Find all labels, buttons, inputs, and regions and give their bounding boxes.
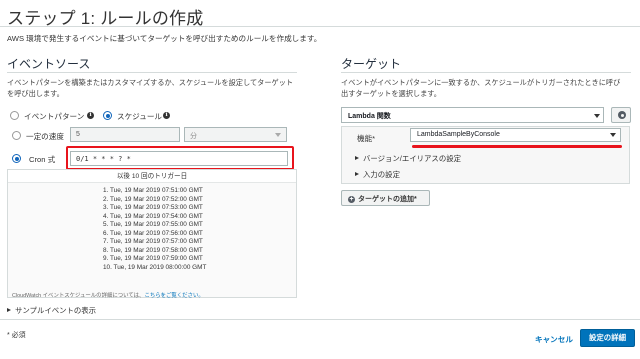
schedule-radio[interactable] xyxy=(103,111,112,120)
chevron-down-icon xyxy=(275,133,281,137)
input-settings-toggle[interactable]: 入力の設定 xyxy=(355,169,400,180)
caret-right-icon xyxy=(355,172,359,177)
next-triggers-panel: 以後 10 回のトリガー日 1. Tue, 19 Mar 2019 07:51:… xyxy=(7,169,297,299)
targets-divider xyxy=(341,72,631,73)
event-pattern-label[interactable]: イベントパターン xyxy=(24,111,84,122)
trigger-item: 7. Tue, 19 Mar 2019 07:57:00 GMT xyxy=(103,238,203,245)
schedule-help-link[interactable]: こちらをご覧ください。 xyxy=(144,293,203,299)
event-source-description: イベントパターンを構築またはカスタマイズするか、スケジュールを設定してターゲット… xyxy=(7,78,294,98)
required-note: * 必須 xyxy=(7,332,26,339)
cron-label[interactable]: Cron 式 xyxy=(29,154,55,165)
trigger-item: 1. Tue, 19 Mar 2019 07:51:00 GMT xyxy=(103,187,203,194)
trigger-item: 4. Tue, 19 Mar 2019 07:54:00 GMT xyxy=(103,212,203,220)
chevron-down-icon xyxy=(594,114,600,118)
target-settings-button[interactable] xyxy=(611,107,631,123)
trigger-item: 10. Tue, 19 Mar 2019 08:00:00 GMT xyxy=(103,263,207,271)
schedule-label[interactable]: スケジュール xyxy=(117,111,162,122)
targets-title: ターゲット xyxy=(341,57,402,71)
page-description: AWS 環境で発生するイベントに基づいてターゲットを呼び出すためのルールを作成し… xyxy=(7,34,322,43)
trigger-item: 5. Tue, 19 Mar 2019 07:55:00 GMT xyxy=(103,221,203,228)
add-target-button[interactable]: + ターゲットの追加* xyxy=(341,190,430,206)
lambda-function-select[interactable]: LambdaSampleByConsole xyxy=(410,128,621,142)
schedule-help-note: CloudWatch イベントスケジュールの詳細については、こちらをご覧ください… xyxy=(12,293,204,299)
cron-highlight-annotation xyxy=(66,146,294,170)
info-icon[interactable]: i xyxy=(87,112,94,119)
gear-icon xyxy=(618,111,626,119)
trigger-item: 9. Tue, 19 Mar 2019 07:59:00 GMT xyxy=(103,255,203,262)
title-divider xyxy=(0,26,640,27)
event-source-divider xyxy=(7,72,297,73)
configure-details-button[interactable]: 設定の詳細 xyxy=(580,329,635,347)
chevron-down-icon xyxy=(610,133,616,137)
function-highlight-annotation xyxy=(412,145,622,148)
next-triggers-list: 1. Tue, 19 Mar 2019 07:51:00 GMT 2. Tue,… xyxy=(103,187,206,272)
caret-right-icon xyxy=(7,308,11,313)
target-type-select[interactable]: Lambda 関数 xyxy=(341,107,604,123)
event-source-title: イベントソース xyxy=(7,57,91,71)
version-alias-toggle[interactable]: バージョン/エイリアスの設定 xyxy=(355,153,461,164)
fixed-rate-input[interactable]: 5 xyxy=(70,127,180,142)
caret-right-icon xyxy=(355,156,359,161)
trigger-item: 6. Tue, 19 Mar 2019 07:56:00 GMT xyxy=(103,229,203,237)
trigger-item: 3. Tue, 19 Mar 2019 07:53:00 GMT xyxy=(103,204,203,211)
rate-unit-select[interactable]: 分 xyxy=(184,127,287,142)
cron-radio[interactable] xyxy=(12,154,21,163)
plus-icon: + xyxy=(348,195,355,203)
footer-divider xyxy=(0,319,640,320)
next-triggers-header: 以後 10 回のトリガー日 xyxy=(8,170,296,183)
trigger-item: 8. Tue, 19 Mar 2019 07:58:00 GMT xyxy=(103,246,203,254)
cancel-button[interactable]: キャンセル xyxy=(535,334,573,345)
show-sample-events-toggle[interactable]: サンプルイベントの表示 xyxy=(7,305,96,316)
trigger-item: 2. Tue, 19 Mar 2019 07:52:00 GMT xyxy=(103,195,203,203)
function-label: 機能* xyxy=(357,134,376,143)
fixed-rate-radio[interactable] xyxy=(12,131,21,140)
targets-description: イベントがイベントパターンに一致するか、スケジュールがトリガーされたときに呼び … xyxy=(341,78,621,98)
fixed-rate-label[interactable]: 一定の速度 xyxy=(26,131,64,142)
info-icon[interactable]: i xyxy=(163,112,170,119)
event-pattern-radio[interactable] xyxy=(10,111,19,120)
